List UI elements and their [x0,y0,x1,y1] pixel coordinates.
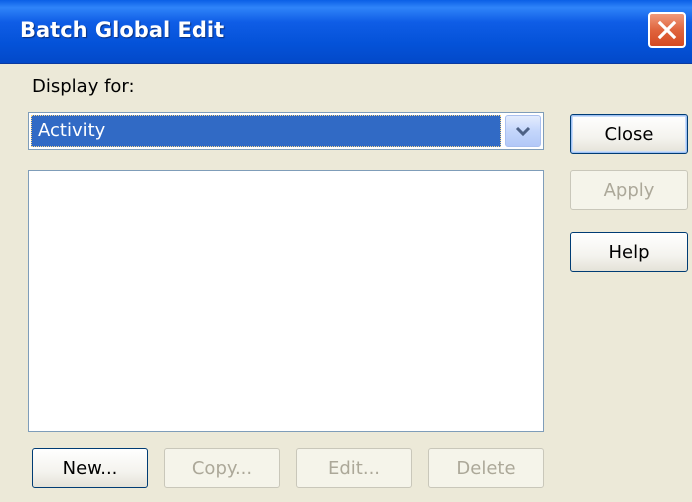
display-for-label: Display for: [32,76,135,97]
dropdown-selected-text: Activity [38,120,106,141]
display-for-dropdown[interactable]: Activity [28,112,544,150]
close-window-button[interactable] [648,12,686,48]
window-title: Batch Global Edit [20,18,225,42]
copy-button[interactable]: Copy... [164,448,280,488]
edit-button[interactable]: Edit... [296,448,412,488]
edit-list[interactable] [28,170,544,432]
delete-button[interactable]: Delete [428,448,544,488]
title-bar[interactable]: Batch Global Edit [0,0,692,64]
new-button[interactable]: New... [32,448,148,488]
help-button[interactable]: Help [570,232,688,272]
chevron-down-icon [515,126,531,137]
dropdown-arrow-button[interactable] [505,115,541,147]
apply-button[interactable]: Apply [570,170,688,210]
dropdown-selected-value: Activity [31,115,501,147]
close-button[interactable]: Close [570,114,688,154]
close-icon [657,20,677,40]
